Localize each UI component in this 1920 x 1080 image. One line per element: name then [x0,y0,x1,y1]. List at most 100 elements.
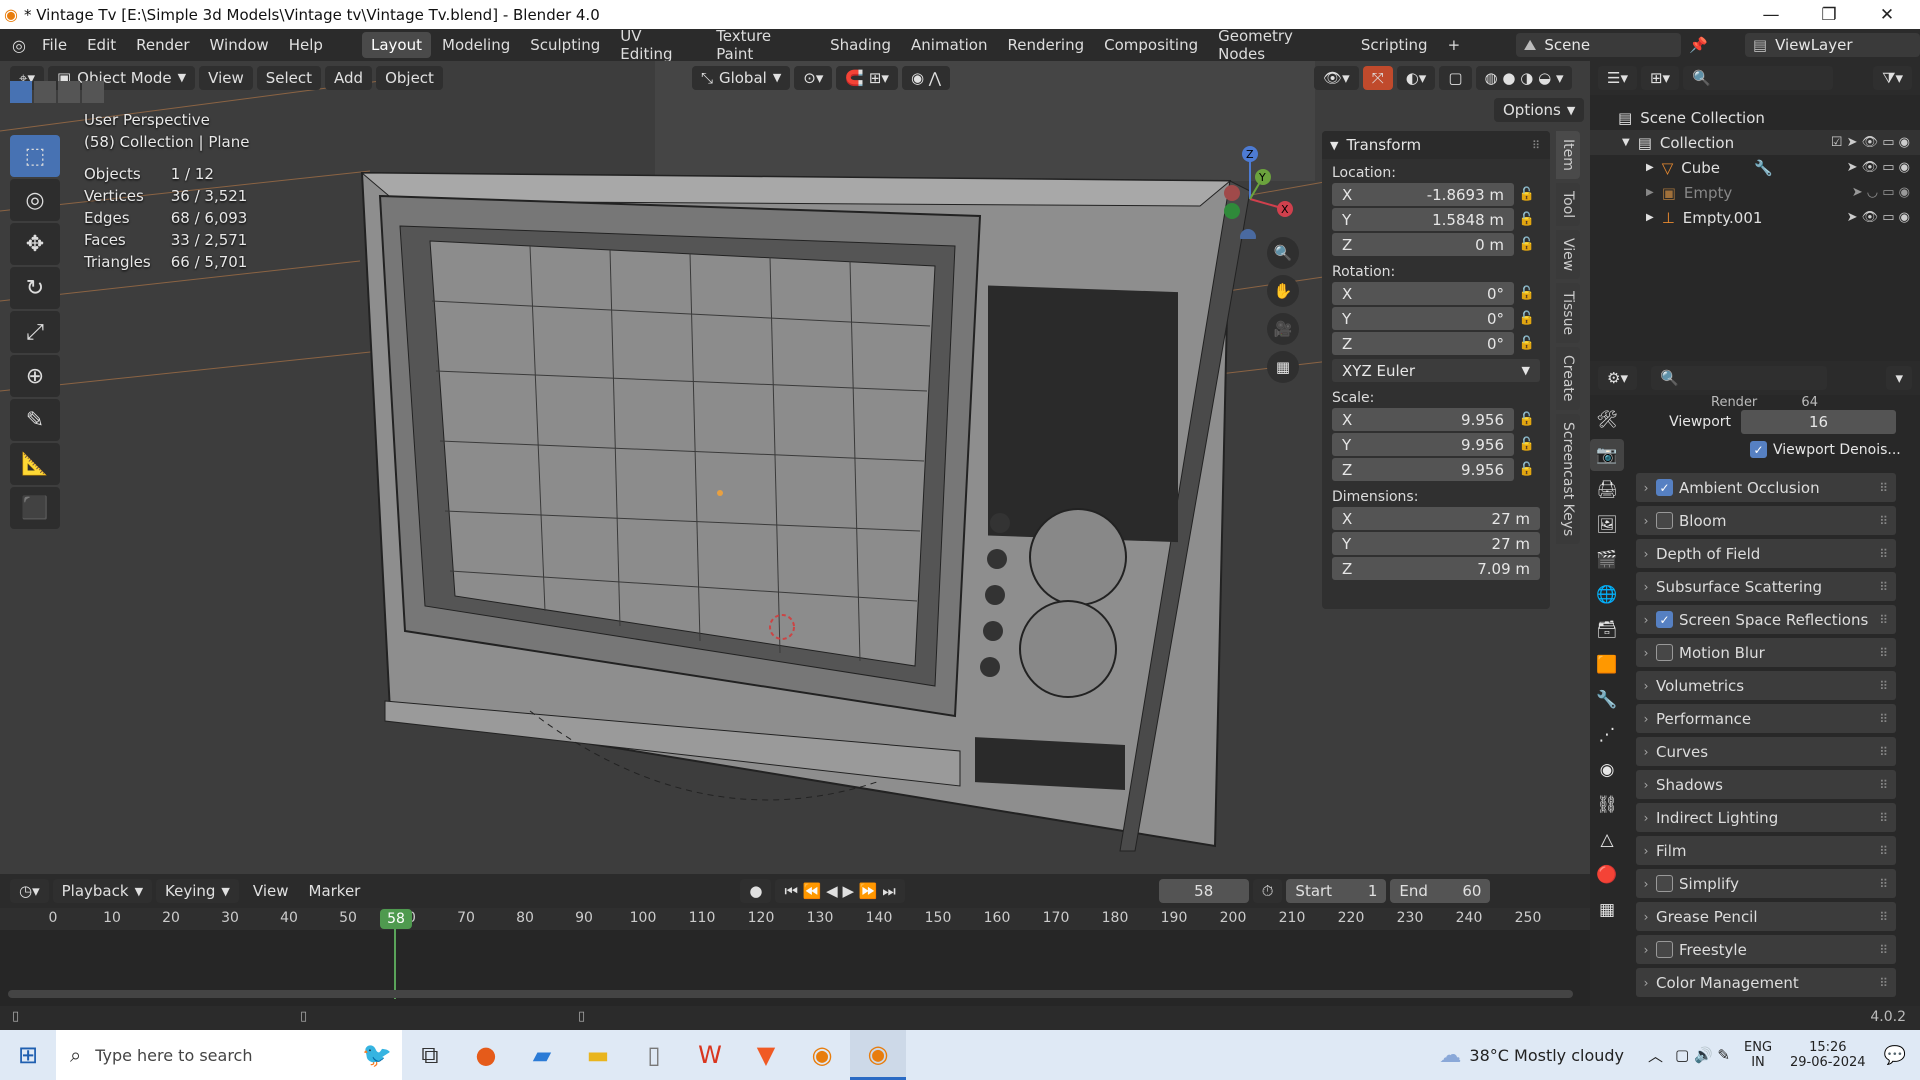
move-icon[interactable]: ✥ [10,223,60,265]
navigation-gizmo[interactable]: Z X Y [1200,139,1300,239]
panel-shadows[interactable]: › Shadows ⠿ [1636,770,1896,799]
notepad-icon[interactable]: ▯ [626,1030,682,1080]
proportional-edit-icon[interactable]: ◉ ⋀ [901,65,951,90]
menu-help[interactable]: Help [279,36,333,54]
panel-color-management[interactable]: › Color Management ⠿ [1636,968,1896,997]
sidebar-tab-tool[interactable]: Tool [1556,182,1580,227]
lock-icon[interactable]: 🔓 [1514,286,1540,301]
panel-depth-of-field[interactable]: › Depth of Field ⠿ [1636,539,1896,568]
tab-rendering[interactable]: Rendering [999,32,1094,58]
playhead-frame[interactable]: 58 [380,909,412,929]
tab-scripting[interactable]: Scripting [1352,32,1437,58]
timeline-scrollbar[interactable] [8,990,1573,998]
object-menu[interactable]: Object [376,65,443,90]
outliner-item-cube[interactable]: ▶ ▽ Cube 🔧 ➤ 👁 ▭ ◉ [1590,155,1920,180]
menu-file[interactable]: File [32,36,77,54]
playback-controls[interactable]: ⏮ ⏪ ◀ ▶ ⏩ ⏭ [775,879,905,903]
panel-screen-space-reflections[interactable]: › ✓ Screen Space Reflections ⠿ [1636,605,1896,634]
location-z-field[interactable]: Z 0 m [1332,233,1514,256]
checkbox-icon[interactable] [1656,875,1673,892]
task-view-icon[interactable]: ⧉ [402,1030,458,1080]
panel-curves[interactable]: › Curves ⠿ [1636,737,1896,766]
timeline-editor-icon[interactable]: ◷▾ [10,879,49,903]
cursor-icon[interactable]: ◎ [10,179,60,221]
pivot-icon[interactable]: ⊙▾ [794,65,833,90]
wps-office-icon[interactable]: W [682,1030,738,1080]
3d-viewport[interactable]: ⌖▾ ▣ Object Mode ▼ View Select Add Objec… [0,61,1590,874]
checkbox-icon[interactable] [1656,941,1673,958]
scale-z-field[interactable]: Z 9.956 [1332,458,1514,481]
outliner-scene-collection[interactable]: ▤ Scene Collection [1590,105,1920,130]
lock-icon[interactable]: 🔓 [1514,462,1540,477]
record-icon[interactable]: ● [740,879,772,903]
properties-editor-icon[interactable]: ⚙▾ [1598,366,1637,390]
rotation-mode-dropdown[interactable]: XYZ Euler ▼ [1332,359,1540,382]
gizmo-icon[interactable]: ⤧ [1362,65,1393,90]
select-box-icon[interactable]: ⬚ [10,135,60,177]
marker-menu[interactable]: Marker [299,882,371,900]
outliner-search-input[interactable]: 🔍 [1683,66,1834,90]
scale-y-field[interactable]: Y 9.956 [1332,433,1514,456]
sidebar-tab-view[interactable]: View [1556,230,1580,280]
outliner-editor-icon[interactable]: ☰▾ [1598,66,1637,90]
widget-app-icon[interactable]: ▰ [514,1030,570,1080]
zoom-icon[interactable]: 🔍 [1267,237,1299,269]
add-workspace-icon[interactable]: + [1439,32,1470,58]
orientation-dropdown[interactable]: ⤡ Global ▼ [691,65,791,90]
viewport-denoise-row[interactable]: ✓ Viewport Denois... [1750,441,1901,458]
checkbox-icon[interactable] [1656,512,1673,529]
panel-grease-pencil[interactable]: › Grease Pencil ⠿ [1636,902,1896,931]
panel-indirect-lighting[interactable]: › Indirect Lighting ⠿ [1636,803,1896,832]
windows-start-icon[interactable]: ⊞ [0,1030,56,1080]
clock[interactable]: 15:26 29-06-2024 [1790,1040,1866,1070]
end-frame-field[interactable]: End 60 [1390,879,1491,903]
lock-icon[interactable]: 🔓 [1514,311,1540,326]
rotate-icon[interactable]: ↻ [10,267,60,309]
viewport-samples-field[interactable]: 16 [1741,409,1896,434]
rotation-y-field[interactable]: Y 0° [1332,307,1514,330]
taskbar-search-input[interactable]: ⌕ Type here to search 🐦 [56,1030,402,1080]
maximize-button[interactable]: ❐ [1800,0,1858,29]
lock-icon[interactable]: 🔓 [1514,336,1540,351]
rotation-z-field[interactable]: Z 0° [1332,332,1514,355]
options-dropdown[interactable]: Options ▼ [1494,98,1585,122]
visibility-controls[interactable]: ☑ ➤ 👁 ▭ ◉ [1831,135,1910,150]
panel-bloom[interactable]: › Bloom ⠿ [1636,506,1896,535]
xray-icon[interactable]: ▢ [1439,65,1472,90]
start-frame-field[interactable]: Start 1 [1286,879,1387,903]
outliner-collection[interactable]: ▼ ▤ Collection ☑ ➤ 👁 ▭ ◉ [1590,130,1920,155]
file-explorer-icon[interactable]: ▬ [570,1030,626,1080]
properties-search-input[interactable]: 🔍 [1650,366,1827,390]
tab-shading[interactable]: Shading [821,32,900,58]
panel-volumetrics[interactable]: › Volumetrics ⠿ [1636,671,1896,700]
select-extend-icon[interactable] [34,81,56,103]
chevron-down-icon[interactable]: ▾ [1886,366,1912,390]
location-y-field[interactable]: Y 1.5848 m [1332,208,1514,231]
checkbox-icon[interactable]: ✓ [1656,479,1673,496]
scene-selector[interactable]: ⛰ Scene [1515,33,1682,57]
tab-modeling[interactable]: Modeling [433,32,519,58]
panel-ambient-occlusion[interactable]: › ✓ Ambient Occlusion ⠿ [1636,473,1896,502]
rotation-x-field[interactable]: X 0° [1332,282,1514,305]
brave-browser-icon[interactable]: ▼ [738,1030,794,1080]
view-layer-selector[interactable]: ▤ ViewLayer [1744,33,1920,57]
view-menu[interactable]: View [199,65,253,90]
outliner-item-empty[interactable]: ▶ ▣ Empty ➤ ◡ ▭ ◉ [1590,180,1920,205]
scale-x-field[interactable]: X 9.956 [1332,408,1514,431]
blender-app-active-icon[interactable]: ◉ [850,1030,906,1080]
select-invert-icon[interactable] [82,81,104,103]
shading-modes-icon[interactable]: ◍ ● ◑ ◒ ▾ [1475,65,1573,90]
camera-icon[interactable]: 🎥 [1267,313,1299,345]
panel-subsurface-scattering[interactable]: › Subsurface Scattering ⠿ [1636,572,1896,601]
timeline-editor[interactable]: ◷▾ Playback ▼ Keying ▼ View Marker ● ⏮ ⏪ ◀… [0,874,1590,1006]
sidebar-tab-create[interactable]: Create [1556,347,1580,410]
visibility-controls[interactable]: ➤ 👁 ▭ ◉ [1847,160,1910,175]
panel-motion-blur[interactable]: › Motion Blur ⠿ [1636,638,1896,667]
dimensions-z-field[interactable]: Z 7.09 m [1332,557,1540,580]
overlays-icon[interactable]: ◐▾ [1396,65,1436,90]
lock-icon[interactable]: 🔓 [1514,237,1540,252]
tray-icons[interactable]: ▢ 🔊 ✎ [1675,1046,1730,1064]
grid-perspective-icon[interactable]: ▦ [1267,351,1299,383]
pin-icon[interactable]: 📌 [1689,36,1708,54]
panel-freestyle[interactable]: › Freestyle ⠿ [1636,935,1896,964]
